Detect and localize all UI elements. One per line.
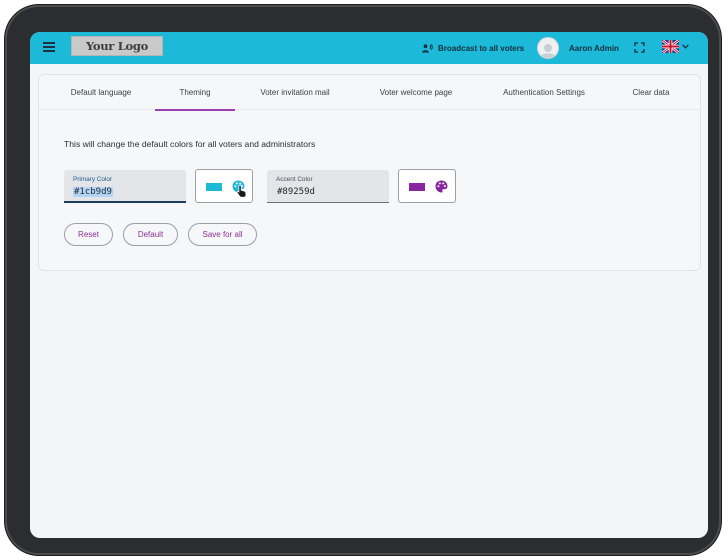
tab-voter-invitation-mail[interactable]: Voter invitation mail [252,75,338,110]
language-selector[interactable] [662,40,689,53]
accent-color-label: Accent Color [276,176,313,183]
broadcast-label: Broadcast to all voters [438,43,525,53]
broadcast-icon [422,43,433,52]
chevron-down-icon [682,44,689,49]
save-for-all-button[interactable]: Save for all [188,223,257,246]
tablet-frame: Your Logo Broadcast to all voters Aaron … [5,5,721,555]
menu-icon[interactable] [43,42,55,52]
user-name: Aaron Admin [569,43,619,53]
accent-color-picker-button[interactable] [398,169,456,203]
avatar-icon [537,37,559,59]
accent-color-swatch [409,183,425,191]
tab-voter-welcome-page[interactable]: Voter welcome page [373,75,459,110]
uk-flag-icon [662,40,679,53]
palette-icon [435,180,448,193]
primary-color-field[interactable]: Primary Color #1cb9d9 [64,170,186,203]
primary-color-input[interactable]: #1cb9d9 [73,187,113,197]
fullscreen-icon[interactable] [634,42,645,53]
tab-default-language[interactable]: Default language [62,75,140,110]
primary-color-label: Primary Color [73,176,113,183]
reset-button[interactable]: Reset [64,223,113,246]
primary-color-swatch [206,183,222,191]
tab-clear-data[interactable]: Clear data [625,75,677,110]
top-bar: Your Logo Broadcast to all voters Aaron … [30,32,708,64]
theming-description: This will change the default colors for … [64,139,316,149]
settings-tabs: Default language Theming Voter invitatio… [39,75,700,111]
accent-color-field[interactable]: Accent Color #89259d [267,170,389,203]
app-screen: Your Logo Broadcast to all voters Aaron … [30,32,708,538]
broadcast-button[interactable]: Broadcast to all voters [422,32,524,64]
primary-color-picker-button[interactable] [195,169,253,203]
default-button[interactable]: Default [123,223,178,246]
tab-authentication-settings[interactable]: Authentication Settings [496,75,592,110]
settings-card: Default language Theming Voter invitatio… [38,74,701,271]
accent-color-input[interactable]: #89259d [276,187,316,197]
tab-theming[interactable]: Theming [155,75,235,111]
user-menu[interactable]: Aaron Admin [537,32,619,64]
pointer-cursor-icon [236,184,247,198]
logo: Your Logo [71,36,163,56]
